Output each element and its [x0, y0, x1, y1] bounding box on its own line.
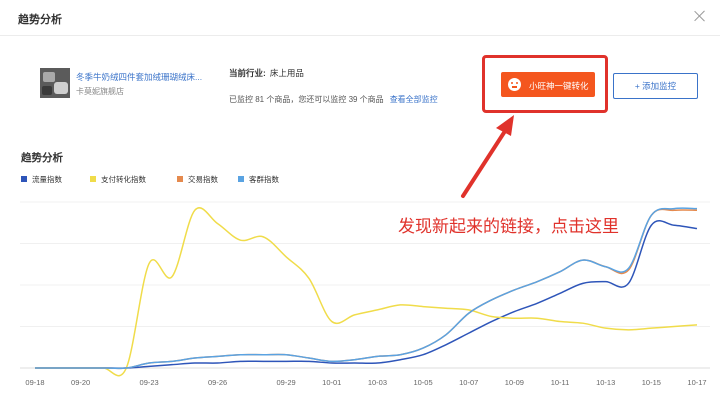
annotation-arrow	[461, 115, 514, 198]
